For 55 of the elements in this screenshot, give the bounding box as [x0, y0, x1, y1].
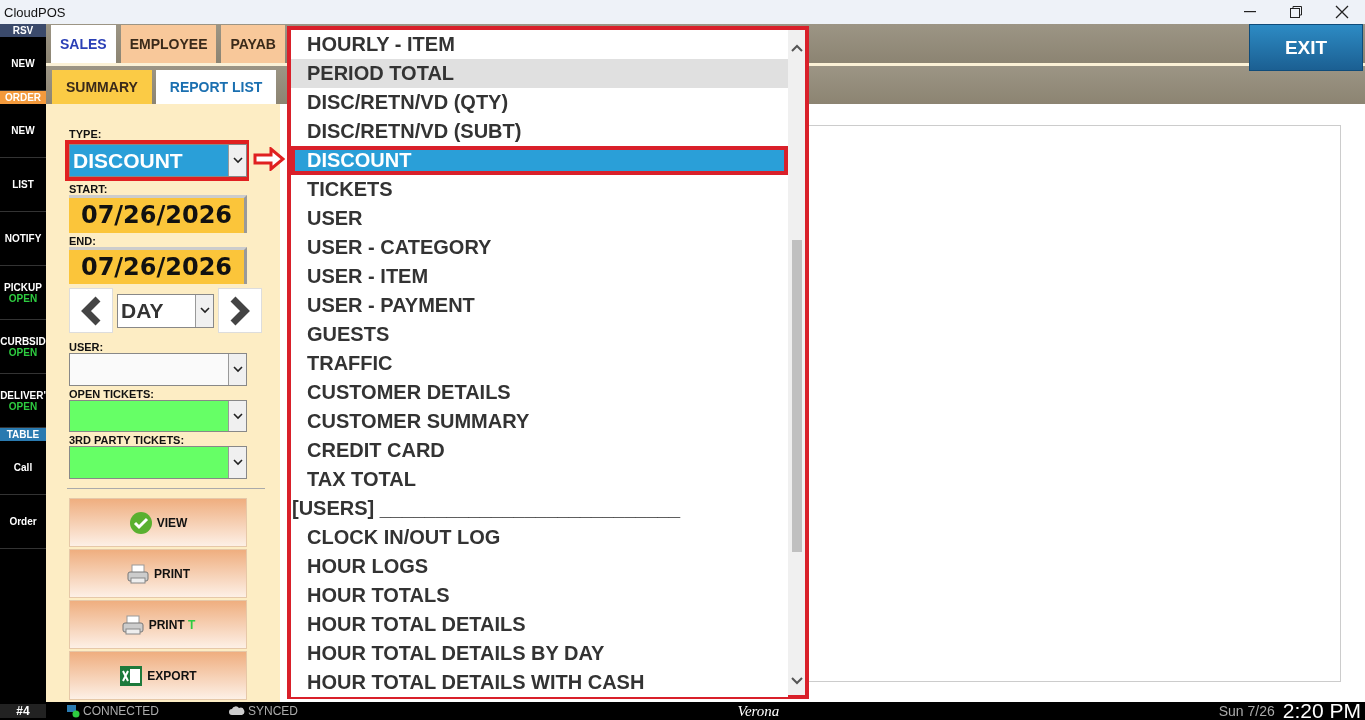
caret-icon [232, 157, 243, 164]
restore-icon [1290, 6, 1302, 18]
chevron-right-icon [229, 295, 251, 326]
cloud-icon [229, 706, 245, 716]
minimize-icon [1244, 11, 1256, 13]
scrollbar-thumb[interactable] [791, 240, 802, 552]
field-label: USER: [69, 341, 105, 354]
station-number: #4 [0, 704, 46, 718]
subtab[interactable]: REPORT LIST [155, 70, 277, 104]
chevron-left-icon [80, 295, 102, 326]
sidebar-section-label: TABLE [0, 428, 46, 441]
list-item[interactable]: PERIOD TOTAL [291, 59, 788, 88]
period-select[interactable]: DAY [117, 293, 214, 328]
exit-button[interactable]: EXIT [1249, 24, 1363, 71]
scrollbar[interactable] [788, 30, 805, 695]
field-label: OPEN TICKETS: [69, 387, 155, 400]
previous-button[interactable] [69, 288, 113, 334]
connection-status: CONNECTED [66, 704, 159, 718]
printer-icon [126, 561, 150, 586]
window-title: CloudPOS [4, 4, 66, 20]
action-button[interactable]: EXPORT [69, 651, 247, 700]
tab[interactable]: SALES [51, 25, 116, 63]
caret-icon [232, 412, 243, 420]
clock-time: 2:20 PM [1282, 699, 1361, 720]
check-icon [128, 510, 153, 535]
action-button[interactable]: PRINT [69, 549, 247, 598]
start-date-button[interactable]: 07/26/2026 [69, 195, 247, 233]
location-name: Verona [737, 702, 780, 720]
sidebar-section-label: RSV [0, 24, 46, 37]
tab[interactable]: PAYAB [221, 25, 285, 63]
field-label: END: [69, 234, 97, 247]
sync-status: SYNCED [229, 704, 299, 718]
field-label: 3RD PARTY TICKETS: [69, 434, 186, 447]
network-icon [66, 704, 80, 718]
caret-icon [232, 365, 243, 373]
caret-icon [199, 307, 210, 315]
field-label: TYPE: [69, 128, 103, 140]
sidebar-section-label: ORDER [0, 91, 46, 104]
scroll-up-icon [790, 44, 803, 52]
spreadsheet-icon [119, 664, 144, 687]
date-text: Sun 7/26 [1218, 703, 1275, 719]
action-button[interactable]: VIEW [69, 498, 247, 547]
user-select[interactable] [69, 353, 247, 386]
close-icon [1335, 5, 1349, 19]
caret-icon [232, 459, 243, 467]
field-label: START: [69, 183, 109, 195]
next-button[interactable] [218, 288, 262, 334]
third-party-tickets-select[interactable] [69, 446, 247, 480]
printer-icon [120, 612, 145, 637]
open-tickets-select[interactable] [69, 399, 247, 433]
end-date-button[interactable]: 07/26/2026 [69, 246, 247, 285]
action-button[interactable]: PRINT T [69, 600, 247, 649]
scroll-down-icon [790, 677, 803, 685]
tab[interactable]: EMPLOYEE [120, 25, 217, 63]
subtab[interactable]: SUMMARY [52, 70, 152, 104]
